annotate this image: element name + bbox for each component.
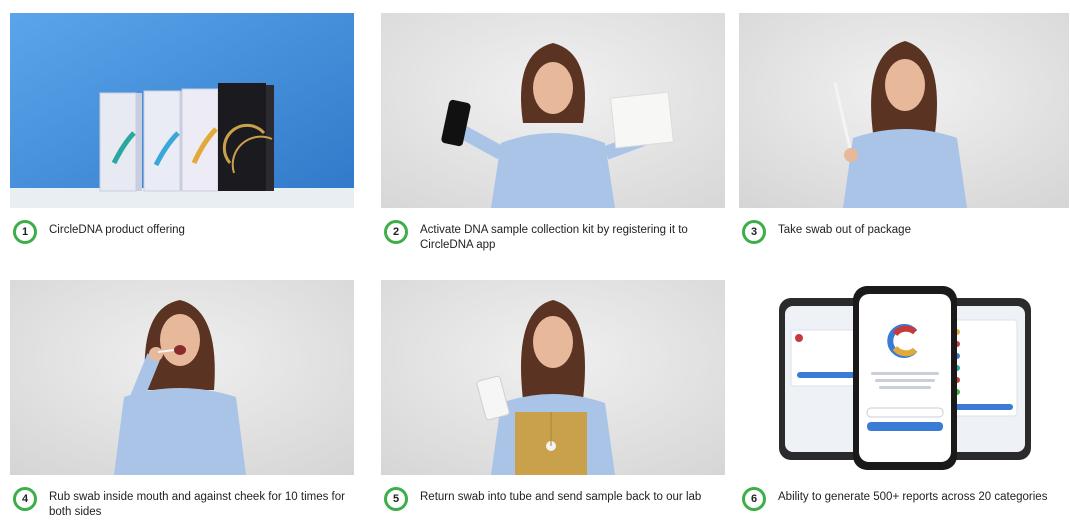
app-reports-photo <box>739 280 1069 475</box>
woman-holding-envelope <box>381 280 725 475</box>
step-caption-row: 6 Ability to generate 500+ reports acros… <box>739 485 1070 525</box>
step-caption-row: 5 Return swab into tube and send sample … <box>381 485 725 525</box>
step-number-badge: 3 <box>742 220 766 244</box>
return-swab-photo <box>381 280 725 475</box>
step-number-badge: 6 <box>742 487 766 511</box>
step-caption: Ability to generate 500+ reports across … <box>778 491 1048 503</box>
woman-holding-swab <box>739 13 1069 208</box>
step-caption: Return swab into tube and send sample ba… <box>420 491 702 503</box>
step-caption: Take swab out of package <box>778 224 911 236</box>
step-caption: Activate DNA sample collection kit by re… <box>420 224 688 251</box>
step-number-badge: 2 <box>384 220 408 244</box>
woman-swabbing-cheek <box>10 280 354 475</box>
step-caption-row: 4 Rub swab inside mouth and against chee… <box>10 485 354 525</box>
step-number-badge: 5 <box>384 487 408 511</box>
take-swab-photo <box>739 13 1069 208</box>
step-number-badge: 4 <box>13 487 37 511</box>
step-caption-row: 2 Activate DNA sample collection kit by … <box>381 218 725 258</box>
rub-swab-photo <box>10 280 354 475</box>
woman-holding-phone-and-kit <box>381 13 725 208</box>
step-number-badge: 1 <box>13 220 37 244</box>
step-caption: CircleDNA product offering <box>49 224 185 236</box>
app-phones-illustration <box>739 280 1069 475</box>
activate-kit-photo <box>381 13 725 208</box>
step-caption-row: 3 Take swab out of package <box>739 218 1070 258</box>
step-caption-row: 1 CircleDNA product offering <box>10 218 354 258</box>
product-offering-photo <box>10 13 354 208</box>
product-boxes-illustration <box>10 13 354 208</box>
steps-grid: 1 CircleDNA product offering 2 Activate … <box>0 0 1070 518</box>
